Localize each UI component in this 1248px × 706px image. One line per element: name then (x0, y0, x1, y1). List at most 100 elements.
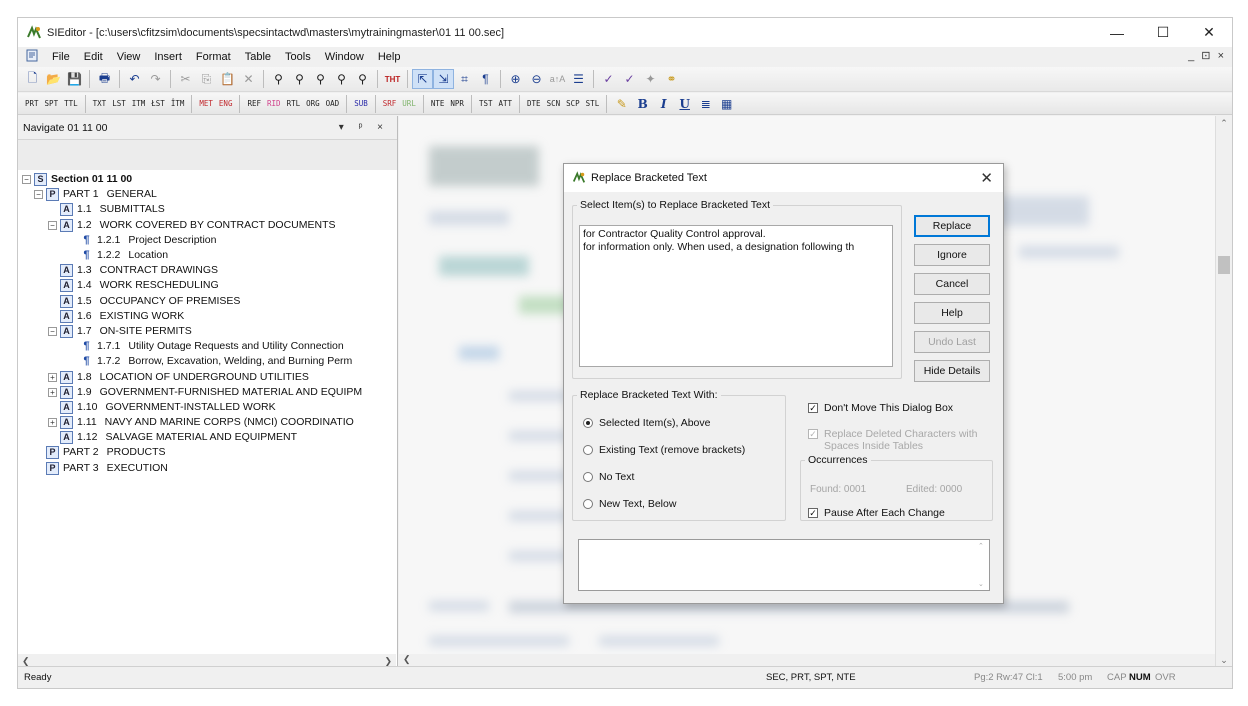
tag-itm-button[interactable]: ITM (129, 99, 149, 108)
pin-icon[interactable]: ✦ (640, 69, 661, 89)
font-size-icon[interactable]: a↑A (547, 69, 568, 89)
doc-menu-icon[interactable] (18, 49, 45, 65)
tree-item[interactable]: A 1.5 OCCUPANCY OF PREMISES (18, 294, 396, 309)
tag-ttl-button[interactable]: TTL (61, 99, 81, 108)
tag-txt-button[interactable]: TXT (90, 99, 110, 108)
menu-table[interactable]: Table (238, 51, 278, 63)
tag-rtl-button[interactable]: RTL (284, 99, 304, 108)
radio-no-text[interactable]: No Text (583, 471, 634, 483)
bold-button[interactable]: B (632, 94, 653, 114)
link-icon[interactable]: ⚭ (661, 69, 682, 89)
expand-icon[interactable]: + (48, 418, 57, 428)
menu-insert[interactable]: Insert (147, 51, 189, 63)
radio-button[interactable] (583, 499, 593, 509)
menu-help[interactable]: Help (371, 51, 408, 63)
tag-stl-button[interactable]: STL (583, 99, 603, 108)
expand-icon[interactable]: + (48, 387, 57, 397)
dialog-close-icon[interactable]: ✕ (980, 169, 993, 187)
tag-npr-button[interactable]: NPR (447, 99, 467, 108)
tag-url-button[interactable]: URL (399, 99, 419, 108)
cancel-button[interactable]: Cancel (914, 273, 990, 295)
collapse-icon[interactable]: − (48, 326, 57, 336)
scroll-up-icon[interactable]: ⌃ (978, 542, 984, 550)
doc-vertical-scrollbar[interactable]: ⌃ ⌄ (1215, 116, 1232, 668)
ignore-button[interactable]: Ignore (914, 244, 990, 266)
tree-item[interactable]: − A 1.7 ON-SITE PERMITS (18, 324, 396, 339)
menu-tools[interactable]: Tools (278, 51, 318, 63)
tag-rid-button[interactable]: RID (264, 99, 284, 108)
underline-button[interactable]: U (674, 94, 695, 114)
tag-icon[interactable]: ⌗ (454, 69, 475, 89)
tree-item[interactable]: A 1.10 GOVERNMENT-INSTALLED WORK (18, 400, 396, 415)
tree-item[interactable]: A 1.1 SUBMITTALS (18, 202, 396, 217)
expand-icon[interactable]: + (48, 372, 57, 382)
menu-edit[interactable]: Edit (77, 51, 110, 63)
find-next-icon[interactable]: ⚲ (289, 69, 310, 89)
tree-item[interactable]: − S Section 01 11 00 (18, 172, 396, 187)
find-bracket-icon[interactable]: ⚲ (331, 69, 352, 89)
align-icon[interactable]: ≣ (695, 94, 716, 114)
tree-item[interactable]: P PART 2 PRODUCTS (18, 445, 396, 460)
tht-icon[interactable]: THT (382, 69, 403, 89)
zoom-in-icon[interactable]: ⇱ (412, 69, 433, 89)
tag-org-button[interactable]: ORG (303, 99, 323, 108)
tree-item[interactable]: + A 1.11 NAVY AND MARINE CORPS (NMCI) COORD… (18, 415, 396, 430)
tree-item[interactable]: + A 1.9 GOVERNMENT-FURNISHED MATERIAL AND E… (18, 385, 396, 400)
tree-item[interactable]: A 1.12 SALVAGE MATERIAL AND EQUIPMENT (18, 430, 396, 445)
tag-lst-button[interactable]: LST (109, 99, 129, 108)
close-window-button[interactable]: ✕ (1186, 18, 1232, 47)
list-item[interactable]: for Contractor Quality Control approval. (583, 228, 889, 241)
pause-checkbox[interactable]: ✓ Pause After Each Change (808, 507, 945, 519)
scroll-thumb[interactable] (1218, 256, 1230, 274)
find-icon[interactable]: ⚲ (268, 69, 289, 89)
checkbox-checked-icon[interactable]: ✓ (808, 508, 818, 518)
nav-pane-controls[interactable]: ▾ ᵖ × (339, 122, 389, 133)
zoom-plus-icon[interactable]: ⊕ (505, 69, 526, 89)
dont-move-checkbox[interactable]: ✓ Don't Move This Dialog Box (808, 402, 953, 414)
tag-oad-button[interactable]: OAD (323, 99, 343, 108)
print-icon[interactable]: 🖶 (94, 69, 115, 89)
zoom-minus-icon[interactable]: ⊖ (526, 69, 547, 89)
minimize-button[interactable]: — (1094, 18, 1140, 47)
menu-view[interactable]: View (110, 51, 148, 63)
scroll-left-icon[interactable]: ❮ (22, 656, 30, 667)
tag-lst-alt-button[interactable]: ŁST (148, 99, 168, 108)
list-icon[interactable]: ☰ (568, 69, 589, 89)
cut-icon[interactable]: ✂ (175, 69, 196, 89)
spell-icon[interactable]: ✓ (598, 69, 619, 89)
new-text-field[interactable] (578, 539, 990, 591)
replace-button[interactable]: Replace (914, 215, 990, 237)
undo-last-button[interactable]: Undo Last (914, 331, 990, 353)
radio-new-text[interactable]: New Text, Below (583, 498, 676, 510)
open-icon[interactable]: 📂 (43, 69, 64, 89)
checkbox-checked-icon[interactable]: ✓ (808, 403, 818, 413)
italic-button[interactable]: I (653, 94, 674, 114)
tag-met-button[interactable]: MET (196, 99, 216, 108)
tree-item[interactable]: A 1.4 WORK RESCHEDULING (18, 278, 396, 293)
save-icon[interactable]: 💾 (64, 69, 85, 89)
radio-button[interactable] (583, 472, 593, 482)
tag-eng-button[interactable]: ENG (216, 99, 236, 108)
mdi-window-controls[interactable]: _ ⊡ × (1188, 49, 1226, 62)
list-item[interactable]: for information only. When used, a desig… (583, 241, 889, 254)
tree-item[interactable]: A 1.3 CONTRACT DRAWINGS (18, 263, 396, 278)
collapse-icon[interactable]: − (22, 175, 31, 185)
highlight-pen-icon[interactable]: ✎ (611, 94, 632, 114)
find-replace-icon[interactable]: ⚲ (310, 69, 331, 89)
tag-dte-button[interactable]: DTE (524, 99, 544, 108)
delete-icon[interactable]: ✕ (238, 69, 259, 89)
help-button[interactable]: Help (914, 302, 990, 324)
tree-item[interactable]: + A 1.8 LOCATION OF UNDERGROUND UTILITIES (18, 369, 396, 384)
find-all-icon[interactable]: ⚲ (352, 69, 373, 89)
copy-icon[interactable]: ⎘ (196, 69, 217, 89)
checkbox-checked-icon[interactable]: ✓ (808, 429, 818, 439)
scroll-left-icon[interactable]: ❮ (403, 654, 411, 664)
tag-scn-button[interactable]: SCN (544, 99, 564, 108)
paste-icon[interactable]: 📋 (217, 69, 238, 89)
undo-icon[interactable]: ↶ (124, 69, 145, 89)
paragraph-icon[interactable]: ¶ (475, 69, 496, 89)
tree-item[interactable]: ¶ 1.2.2 Location (18, 248, 396, 263)
tree-item[interactable]: ¶ 1.7.2 Borrow, Excavation, Welding, and B… (18, 354, 396, 369)
zoom-out-icon[interactable]: ⇲ (433, 69, 454, 89)
radio-selected-items[interactable]: Selected Item(s), Above (583, 417, 710, 429)
